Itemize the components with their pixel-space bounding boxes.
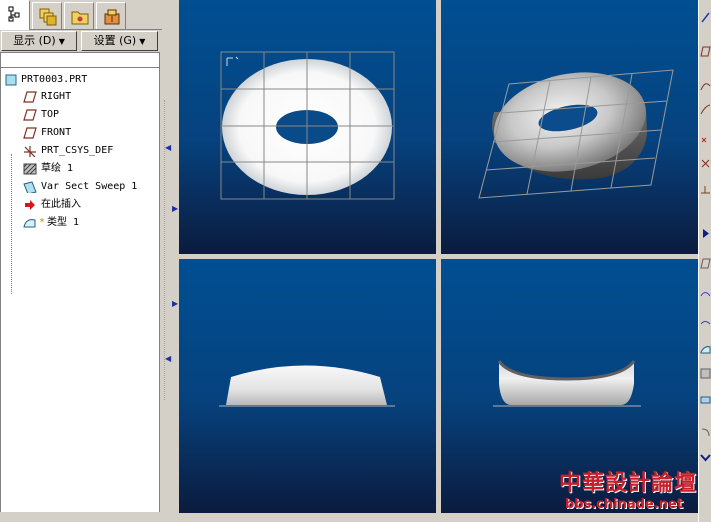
datum-plane-icon (23, 109, 37, 121)
chevron-down-icon: ▼ (58, 37, 65, 46)
tree-item-label: Var Sect Sweep 1 (41, 181, 138, 192)
chevron-down-icon[interactable] (700, 452, 711, 463)
settings-dropdown-button[interactable]: 设置 (G) ▼ (81, 31, 158, 51)
csys-tool-icon[interactable] (700, 158, 711, 169)
layers-icon (39, 8, 57, 26)
model-tree-icon (8, 6, 20, 22)
datum-curve-icon[interactable] (700, 80, 711, 91)
tree-header-strip (0, 52, 160, 68)
datum-plane-icon (23, 91, 37, 103)
favorites-icon (104, 9, 120, 25)
isometric-view-model (478, 69, 674, 199)
tree-item-label: FRONT (41, 127, 72, 138)
tree-item-label: 在此插入 (41, 199, 81, 210)
datum-axis-icon[interactable] (700, 12, 711, 23)
tree-connector-line (11, 154, 12, 294)
coordinate-system-icon (24, 146, 36, 157)
show-button-label: 显示 (D) (13, 34, 56, 47)
collapse-left-icon[interactable]: ◀ (165, 355, 171, 363)
expand-right-icon[interactable]: ▶ (172, 205, 178, 213)
tab-model-tree[interactable] (0, 0, 30, 30)
folder-icon (71, 11, 89, 25)
sketch-icon (23, 163, 37, 175)
tab-favorites[interactable] (96, 2, 126, 29)
analysis-icon[interactable] (700, 184, 711, 195)
offset-icon[interactable] (700, 427, 711, 438)
tree-root-label: PRT0003.PRT (21, 74, 88, 85)
tree-item-label: TOP (41, 109, 60, 120)
merge-icon[interactable] (700, 394, 711, 405)
tree-toolbar: 显示 (D) ▼ 设置 (G) ▼ (0, 30, 162, 52)
arc-icon[interactable] (700, 288, 711, 299)
viewport-top-view[interactable] (179, 0, 436, 254)
insert-here-icon (25, 200, 35, 210)
viewport-front-view[interactable] (179, 259, 436, 513)
viewport-isometric-view[interactable] (441, 0, 698, 254)
watermark: 中華設計論壇 bbs.chinade.net (555, 463, 711, 519)
curve-tool-icon[interactable] (700, 318, 711, 329)
trim-icon[interactable] (700, 368, 711, 379)
tree-item-label: RIGHT (41, 91, 72, 102)
style-feature-icon (23, 219, 36, 228)
tree-item-label: 类型 1 (47, 217, 80, 228)
tab-layers[interactable] (32, 2, 62, 29)
asterisk-mark: * (39, 217, 46, 228)
watermark-title: 中華設計論壇 (559, 470, 698, 496)
navigator-panel: 显示 (D)▼ 设置 (G)▼ PRT0003.PRT RIGHT TOP (0, 0, 162, 522)
sweep-icon (23, 181, 37, 193)
datum-plane-tool-icon[interactable] (700, 46, 711, 57)
settings-button-label: 设置 (G) (93, 34, 137, 47)
collapse-left-icon[interactable]: ◀ (165, 144, 171, 152)
datum-plane-icon (23, 127, 37, 139)
panel-splitter[interactable]: ◀ ▶ ▶ ◀ (162, 0, 178, 522)
viewport-divider-horizontal[interactable] (179, 254, 698, 259)
navigator-tabs (0, 0, 162, 30)
front-view-model (219, 365, 395, 407)
edit-plane-icon[interactable] (700, 258, 711, 269)
tree-item-label: PRT_CSYS_DEF (41, 145, 114, 156)
surface-icon[interactable] (700, 343, 711, 354)
datum-point-icon[interactable] (700, 135, 711, 146)
model-tree: PRT0003.PRT RIGHT TOP FRONT PRT_CSYS_DEF (0, 68, 160, 512)
expand-right-icon[interactable]: ▶ (172, 300, 178, 308)
show-dropdown-button[interactable]: 显示 (D) ▼ (1, 31, 77, 51)
chevron-down-icon: ▼ (139, 37, 146, 46)
tree-item-label: 草绘 1 (41, 163, 74, 174)
part-icon (5, 74, 17, 86)
sketch-tool-icon[interactable] (700, 104, 711, 115)
top-view-model (220, 51, 395, 200)
watermark-url: bbs.chinade.net (565, 497, 684, 512)
feature-toolbar (698, 0, 711, 522)
tab-folder[interactable] (64, 2, 94, 29)
continue-icon[interactable] (700, 228, 711, 239)
